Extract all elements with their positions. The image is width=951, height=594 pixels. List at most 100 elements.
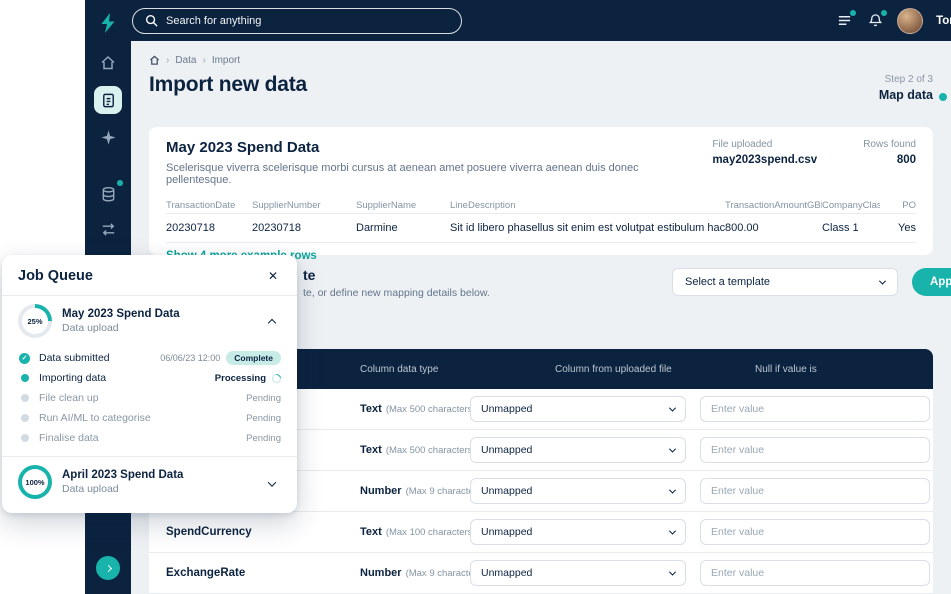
expand-job-button[interactable]: [263, 469, 281, 496]
avatar[interactable]: [897, 7, 924, 34]
template-description-text: te, or define new mapping details below.: [303, 287, 490, 299]
cell-transaction-date: 20230718: [166, 222, 215, 234]
chevron-up-icon: [267, 318, 277, 327]
step-status: Pending: [246, 432, 281, 444]
col-header: SupplierName: [356, 199, 417, 211]
job-item[interactable]: 100% April 2023 Spend Data Data upload: [2, 457, 297, 507]
job-subtitle: Data upload: [62, 483, 119, 495]
mapping-row-name: ExchangeRate: [166, 567, 246, 579]
template-select[interactable]: Select a template: [672, 268, 898, 296]
cell-po: Yes: [898, 222, 916, 234]
null-value-input[interactable]: [700, 437, 930, 463]
breadcrumb-import[interactable]: Import: [212, 55, 240, 66]
cell-supplier-number: 20230718: [252, 222, 301, 234]
progress-ring-100: 100%: [18, 465, 52, 499]
step-processing-icon: [18, 374, 31, 382]
breadcrumb-data[interactable]: Data: [175, 55, 196, 66]
rows-found-block: Rows found 800: [863, 139, 916, 166]
file-uploaded-label: File uploaded: [712, 139, 773, 150]
queue-notification-dot: [850, 9, 857, 16]
chevron-down-icon: [668, 527, 677, 535]
title-row: Import new data Step 2 of 3 Map data: [149, 73, 947, 102]
job-title: April 2023 Spend Data: [62, 469, 184, 481]
bell-notification-dot: [881, 9, 888, 16]
progress-percent: 25%: [22, 308, 48, 334]
database-icon[interactable]: [96, 180, 123, 206]
step-status: Pending: [246, 392, 281, 404]
transfer-arrows-icon[interactable]: [96, 217, 120, 241]
close-icon[interactable]: [265, 268, 281, 284]
breadcrumb-separator: [166, 55, 169, 66]
template-heading-text: te: [303, 267, 316, 283]
job-queue-title: Job Queue: [18, 268, 93, 284]
mapping-select[interactable]: Unmapped: [470, 478, 686, 504]
mapping-select[interactable]: Unmapped: [470, 396, 686, 422]
job-text: April 2023 Spend Data Data upload: [62, 469, 183, 495]
col-header: PO: [902, 199, 916, 211]
chevron-down-icon: [668, 568, 677, 576]
example-table-header: TransactionDate SupplierNumber SupplierN…: [166, 197, 916, 214]
file-uploaded-block: File uploaded may2023spend.csv: [712, 139, 817, 166]
user-name[interactable]: Tom C: [936, 15, 951, 27]
chevron-down-icon: [668, 486, 677, 494]
step-pending-icon: [18, 394, 31, 402]
breadcrumb-separator: [202, 55, 205, 66]
mapping-select[interactable]: Unmapped: [470, 437, 686, 463]
step-label: Importing data: [39, 372, 107, 384]
step-label: Step 2 of 3: [884, 74, 933, 85]
job-step: Importing data Processing: [2, 368, 297, 388]
step-pending-icon: [18, 414, 31, 422]
step-indicator: Step 2 of 3 Map data: [879, 73, 947, 102]
col-header: TransactionAmountGBP: [725, 199, 822, 211]
step-label: File clean up: [39, 392, 99, 404]
step-complete-icon: ✓: [18, 352, 31, 364]
job-step: Finalise data Pending: [2, 428, 297, 448]
job-queue-icon[interactable]: [835, 9, 857, 30]
chevron-right-icon: [104, 564, 112, 572]
progress-percent: 100%: [22, 469, 48, 495]
null-value-input[interactable]: [700, 396, 930, 422]
step-progress-dot: [939, 93, 947, 101]
bell-icon[interactable]: [866, 9, 888, 30]
home-icon[interactable]: [96, 51, 120, 75]
null-value-input[interactable]: [700, 560, 930, 586]
col-header: SupplierNumber: [252, 199, 321, 211]
cell-line-description: Sit id libero phasellus sit enim est vol…: [450, 222, 725, 234]
search-icon: [145, 14, 158, 27]
sidebar-expand-button[interactable]: [96, 556, 120, 580]
null-value-input[interactable]: [700, 519, 930, 545]
apply-button[interactable]: Apply: [912, 268, 951, 296]
mapping-row-type: Number(Max 9 characters): [360, 485, 470, 497]
example-table-row: 20230718 20230718 Darmine Sit id libero …: [166, 214, 916, 243]
search-input[interactable]: [166, 14, 449, 27]
file-name: may2023spend.csv: [712, 154, 818, 166]
mapping-select[interactable]: Unmapped: [470, 519, 686, 545]
collapse-job-button[interactable]: [263, 308, 281, 335]
rows-found-value: 800: [896, 154, 916, 166]
job-title: May 2023 Spend Data: [62, 308, 180, 320]
col-header: TransactionDate: [166, 199, 236, 211]
progress-ring-25: 25%: [18, 304, 52, 338]
null-value-input[interactable]: [700, 478, 930, 504]
search-bar[interactable]: [132, 7, 462, 34]
database-notification-dot: [117, 180, 123, 186]
chevron-down-icon: [668, 404, 677, 412]
mapping-row: SpendCurrency Text (Max 100 characters) U…: [149, 512, 933, 553]
upload-summary-card: May 2023 Spend Data Scelerisque viverra …: [149, 127, 933, 262]
page-title: Import new data: [149, 73, 308, 96]
mapping-row-type: Text (Max 500 characters): [360, 444, 470, 456]
app-logo-icon[interactable]: [96, 11, 120, 35]
job-step: Run AI/ML to categorise Pending: [2, 408, 297, 428]
example-rows-table: TransactionDate SupplierNumber SupplierN…: [166, 197, 916, 243]
breadcrumb-home-icon[interactable]: [149, 55, 160, 66]
job-item[interactable]: 25% May 2023 Spend Data Data upload: [2, 296, 297, 346]
cell-amount: 800.00: [725, 222, 759, 234]
sparkle-icon[interactable]: [96, 125, 120, 149]
breadcrumb: Data Import: [149, 55, 240, 66]
mapping-select[interactable]: Unmapped: [470, 560, 686, 586]
data-import-icon[interactable]: [94, 86, 122, 114]
step-status: Processing: [214, 372, 266, 384]
job-step: ✓ Data submitted 06/06/23 12:00 Complete: [2, 348, 297, 368]
topbar: Tom C: [85, 0, 951, 41]
step-status: Pending: [246, 412, 281, 424]
